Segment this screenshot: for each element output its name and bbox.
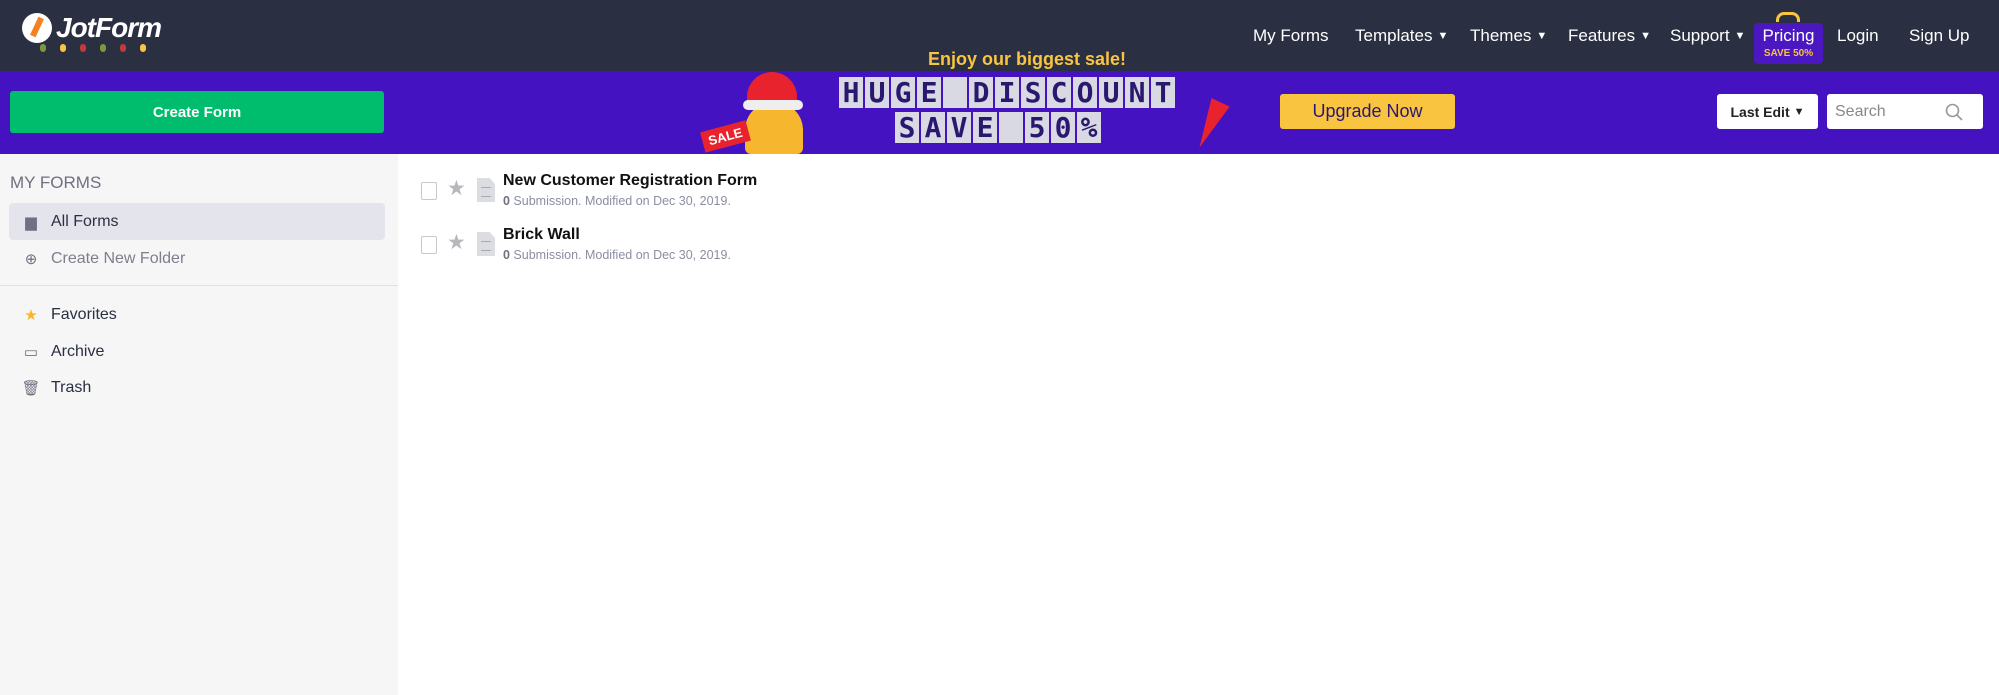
nav-label: Login	[1837, 25, 1879, 45]
jotform-logo[interactable]: JotForm	[22, 12, 162, 44]
form-list-item[interactable]: ★ New Customer Registration Form 0 Submis…	[421, 172, 757, 208]
promo-letter-tile: U	[865, 77, 889, 108]
sidebar-item-archive[interactable]: ▭ Archive	[9, 333, 385, 370]
nav-templates[interactable]: Templates ▼	[1355, 0, 1448, 71]
logo-icon	[22, 13, 52, 43]
promo-letter-tile: C	[1047, 77, 1071, 108]
promo-letter-tile: V	[947, 112, 971, 143]
nav-my-forms[interactable]: My Forms	[1253, 0, 1329, 71]
caret-down-icon: ▼	[1793, 105, 1805, 118]
nav-features[interactable]: Features ▼	[1568, 0, 1651, 71]
caret-down-icon: ▼	[1640, 29, 1651, 42]
nav-label: Templates	[1355, 25, 1433, 45]
inbox-icon: ▭	[23, 343, 39, 361]
sidebar-item-label: Favorites	[51, 305, 117, 323]
nav-login[interactable]: Login	[1837, 0, 1879, 71]
form-list-item[interactable]: ★ Brick Wall 0 Submission. Modified on De…	[421, 226, 731, 262]
search-icon[interactable]	[1945, 103, 1963, 121]
folder-icon: ▆	[25, 213, 37, 231]
form-document-icon	[477, 178, 495, 202]
sidebar-item-all-forms[interactable]: ▆ All Forms	[9, 203, 385, 240]
nav-signup[interactable]: Sign Up	[1909, 0, 1969, 71]
pricing-badge: SAVE 50%	[1763, 48, 1814, 59]
nav-label: Features	[1568, 25, 1636, 45]
promo-letter-tile: T	[1151, 77, 1175, 108]
sort-label: Last Edit	[1730, 103, 1790, 120]
promo-letter-tile: 5	[1025, 112, 1049, 143]
sidebar-item-create-folder[interactable]: ⊕ Create New Folder	[9, 240, 385, 277]
caret-down-icon: ▼	[1734, 29, 1746, 42]
form-document-icon	[477, 232, 495, 256]
santa-cat-illustration	[735, 72, 815, 154]
sort-dropdown[interactable]: Last Edit ▼	[1717, 94, 1818, 129]
promo-letter-tile: H	[839, 77, 863, 108]
promo-letter-tile: D	[969, 77, 993, 108]
promo-letter-tile: E	[917, 77, 941, 108]
promo-letter-tile: U	[1099, 77, 1123, 108]
nav-label: Themes	[1470, 25, 1532, 45]
promo-letter-tile: O	[1073, 77, 1097, 108]
submission-count: 0	[503, 194, 510, 208]
form-meta: 0 Submission. Modified on Dec 30, 2019.	[503, 194, 757, 208]
christmas-lights-icon	[40, 44, 146, 52]
sidebar-divider	[0, 285, 398, 286]
form-title[interactable]: New Customer Registration Form	[503, 172, 757, 190]
promo-letter-tile: A	[921, 112, 945, 143]
nav-label: My Forms	[1253, 25, 1329, 45]
sidebar-item-label: All Forms	[51, 212, 119, 230]
promo-letter-tile	[943, 77, 967, 108]
sidebar-item-favorites[interactable]: ★ Favorites	[9, 296, 385, 333]
promo-letter-tile: S	[1021, 77, 1045, 108]
sidebar-item-label: Archive	[51, 342, 105, 360]
select-checkbox[interactable]	[421, 236, 437, 254]
caret-down-icon: ▼	[1536, 29, 1548, 42]
promo-letter-tile: %	[1077, 112, 1101, 143]
promo-tagline: Enjoy our biggest sale!	[928, 49, 1127, 69]
select-checkbox[interactable]	[421, 182, 437, 200]
favorite-star-icon[interactable]: ★	[447, 230, 469, 255]
promo-letter-tile: G	[891, 77, 915, 108]
search-input[interactable]	[1835, 102, 1945, 121]
nav-label: Sign Up	[1909, 25, 1970, 45]
promo-headline-2: SAVE 5 0%	[895, 112, 1101, 143]
nav-label: Support	[1670, 25, 1730, 45]
nav-pricing[interactable]: Pricing SAVE 50%	[1754, 23, 1823, 64]
form-modified: Submission. Modified on Dec 30, 2019.	[509, 194, 731, 208]
form-title[interactable]: Brick Wall	[503, 226, 731, 244]
upgrade-now-button[interactable]: Upgrade Now	[1280, 94, 1455, 129]
sidebar-item-trash[interactable]: 🗑 Trash	[9, 369, 385, 406]
create-form-button[interactable]: Create Form	[10, 91, 384, 133]
promo-headline-1: HUGE DISCOUNT	[839, 77, 1175, 108]
caret-down-icon: ▼	[1437, 29, 1449, 42]
promo-letter-tile: I	[995, 77, 1019, 108]
logo-text: JotForm	[56, 12, 162, 43]
pricing-label: Pricing	[1762, 26, 1815, 45]
form-meta: 0 Submission. Modified on Dec 30, 2019.	[503, 248, 731, 262]
submission-count: 0	[503, 248, 510, 262]
search-box[interactable]	[1827, 94, 1983, 129]
gift-bow-icon	[1776, 12, 1800, 22]
sidebar-item-label: Trash	[51, 378, 92, 396]
nav-themes[interactable]: Themes ▼	[1470, 0, 1547, 71]
promo-letter-tile: 0	[1051, 112, 1075, 143]
nav-support[interactable]: Support ▼	[1670, 0, 1745, 71]
promo-letter-tile	[999, 112, 1023, 143]
sidebar-item-label: Create New Folder	[51, 249, 186, 267]
favorite-star-icon[interactable]: ★	[447, 176, 469, 201]
star-icon: ★	[24, 306, 38, 324]
plus-circle-icon: ⊕	[24, 250, 38, 268]
trash-icon: 🗑	[21, 379, 41, 397]
promo-letter-tile: N	[1125, 77, 1149, 108]
form-modified: Submission. Modified on Dec 30, 2019.	[509, 248, 731, 262]
promo-letter-tile: S	[895, 112, 919, 143]
sidebar-heading: MY FORMS	[10, 173, 102, 192]
promo-letter-tile: E	[973, 112, 997, 143]
